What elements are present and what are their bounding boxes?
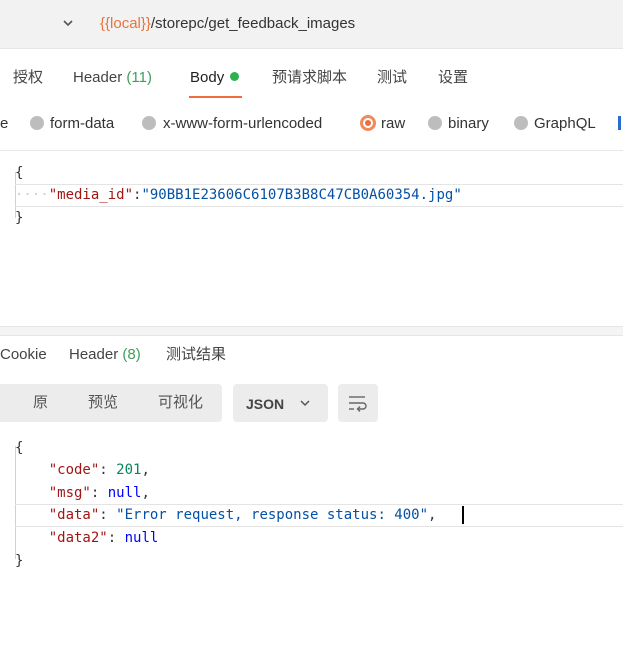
json-value: 201 [116,462,142,478]
response-tab-headers-count: (8) [122,346,141,363]
view-mode-preview[interactable]: 预览 [88,394,118,412]
json-sep: : [107,530,125,546]
close-brace: } [15,553,24,569]
response-tab-headers[interactable]: Header (8) [69,345,141,365]
code-line-3: } [15,207,23,230]
json-value: "Error request, response status: 400" [116,507,429,523]
response-tab-test-results[interactable]: 测试结果 [166,345,226,365]
tab-body[interactable]: Body [190,68,240,88]
radio-form-data-icon[interactable] [30,116,44,130]
json-value: null [124,530,159,546]
url-bar: {{local}}/storepc/get_feedback_images [0,0,623,49]
tab-auth[interactable]: 授权 [13,68,43,88]
divider [0,150,623,151]
body-type-form-data[interactable]: form-data [50,114,114,134]
view-mode-segment: 原 预览 可视化 [0,384,222,422]
response-line-msg: "msg": null, [15,482,150,505]
json-comma: , [428,507,437,523]
radio-graphql-icon[interactable] [514,116,528,130]
tab-headers-count: (11) [126,69,152,86]
json-comma: , [141,462,150,478]
radio-urlencoded-icon[interactable] [142,116,156,130]
response-tab-cookie[interactable]: Cookie [0,345,47,365]
format-label: JSON [246,396,285,412]
radio-binary-icon[interactable] [428,116,442,130]
open-brace: { [15,440,24,456]
response-line-open: { [15,437,23,460]
wrap-lines-button[interactable] [338,384,378,422]
response-line-data2: "data2": null [15,527,159,550]
json-comma: , [141,485,150,501]
tab-settings[interactable]: 设置 [438,68,468,88]
body-type-graphql[interactable]: GraphQL [534,114,596,134]
active-tab-indicator [189,96,242,98]
tab-body-label: Body [190,69,225,86]
open-brace: { [15,165,24,181]
json-key: "msg" [48,485,91,501]
response-line-close: } [15,550,23,573]
json-key: "data" [48,507,100,523]
format-dropdown[interactable]: JSON [233,384,328,422]
body-type-urlencoded[interactable]: x-www-form-urlencoded [163,114,322,134]
text-cursor [462,506,464,524]
body-status-dot-icon [230,72,240,81]
body-type-none[interactable]: e [0,114,8,134]
json-sep: : [99,507,117,523]
close-brace: } [15,210,24,226]
url-input[interactable]: {{local}}/storepc/get_feedback_images [100,15,355,33]
indent-marker: ···· [15,187,49,203]
response-body-viewer[interactable]: { "code": 201, "msg": null, "data": "Err… [0,432,623,582]
radio-raw-icon[interactable] [360,115,376,131]
overflow-indicator [618,116,621,130]
url-path: /storepc/get_feedback_images [150,15,356,32]
response-tab-headers-label: Header [69,346,119,363]
json-key: "code" [48,462,100,478]
tab-headers[interactable]: Header (11) [73,68,152,88]
request-body-editor[interactable]: { ····"media_id":"90BB1E23606C6107B3B8C4… [0,160,623,320]
code-line-1: { [15,162,23,185]
chevron-down-icon [300,400,310,407]
view-mode-raw[interactable]: 原 [33,394,48,412]
body-type-raw[interactable]: raw [381,114,405,134]
json-key: "media_id" [48,187,134,203]
json-sep: : [99,462,117,478]
view-mode-visualize[interactable]: 可视化 [158,394,203,412]
tab-pre-request-script[interactable]: 预请求脚本 [272,68,347,88]
tab-tests[interactable]: 测试 [377,68,407,88]
response-line-code: "code": 201, [15,459,150,482]
code-line-2: ····"media_id":"90BB1E23606C6107B3B8C47C… [15,184,462,207]
json-sep: : [90,485,108,501]
body-type-binary[interactable]: binary [448,114,489,134]
tab-headers-label: Header [73,69,123,86]
url-variable: {{local}} [100,15,151,32]
method-dropdown-chevron-icon[interactable] [62,17,74,29]
response-line-data: "data": "Error request, response status:… [15,504,437,527]
json-key: "data2" [48,530,108,546]
json-value: null [107,485,142,501]
json-value: "90BB1E23606C6107B3B8C47CB0A60354.jpg" [141,187,462,203]
wrap-lines-icon [349,396,367,412]
pane-resize-handle[interactable] [0,326,623,336]
